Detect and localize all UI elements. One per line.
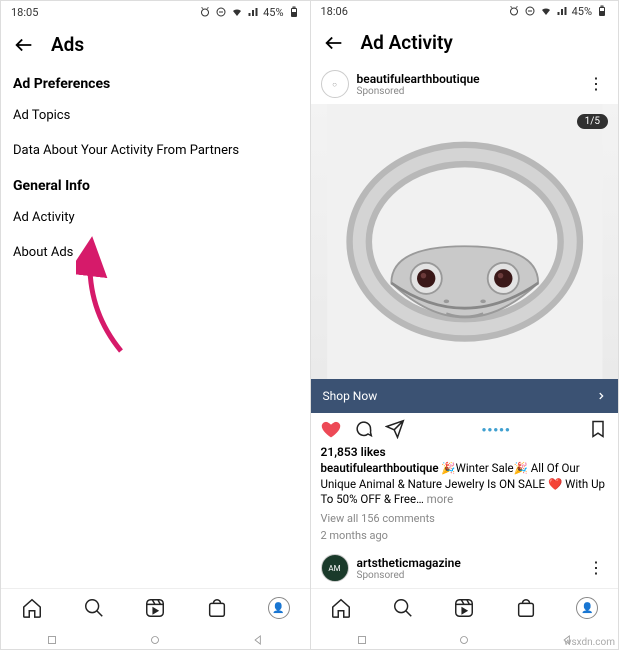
profile-tab[interactable]: 👤 (268, 597, 290, 619)
ad-activity-pane: 18:06 45% Ad Activity ○ beautifulearthbo… (310, 1, 619, 649)
row-ad-topics[interactable]: Ad Topics (1, 98, 310, 133)
avatar[interactable]: AM (321, 554, 349, 582)
android-nav (1, 627, 310, 649)
profile-link[interactable]: beautifulearthboutique Sponsored (357, 72, 480, 97)
row-about-ads[interactable]: About Ads (1, 235, 310, 270)
shop-icon[interactable] (515, 597, 537, 619)
search-icon[interactable] (392, 597, 414, 619)
like-icon[interactable] (321, 419, 341, 439)
ring-image (311, 104, 619, 379)
watermark: wsxdn.com (564, 637, 615, 648)
sponsored-label: Sponsored (357, 570, 461, 581)
post-header: AM artstheticmagazine Sponsored ⋮ (311, 548, 619, 588)
back-nav-icon[interactable] (251, 633, 265, 647)
post-header: ○ beautifulearthboutique Sponsored ⋮ (311, 64, 619, 104)
avatar[interactable]: ○ (321, 70, 349, 98)
alarm-icon (508, 5, 520, 17)
status-bar: 18:06 45% (311, 1, 619, 21)
signal-icon (556, 5, 568, 17)
section-general-info: General Info (1, 168, 310, 200)
sponsored-label: Sponsored (357, 86, 480, 97)
more-link[interactable]: more (424, 492, 453, 506)
recent-icon[interactable] (45, 633, 59, 647)
profile-link[interactable]: artstheticmagazine Sponsored (357, 556, 461, 581)
username: artstheticmagazine (357, 556, 461, 570)
page-title: Ad Activity (361, 31, 453, 54)
home-icon[interactable] (330, 597, 352, 619)
battery-pct: 45% (572, 5, 592, 18)
post-actions: ●●●●● (311, 413, 619, 445)
header: Ad Activity (311, 21, 619, 64)
chevron-right-icon (596, 391, 606, 401)
page-title: Ads (51, 33, 84, 56)
back-icon[interactable] (13, 34, 35, 56)
status-icons: 45% (199, 6, 299, 19)
row-data-partners[interactable]: Data About Your Activity From Partners (1, 133, 310, 168)
comment-icon[interactable] (353, 419, 373, 439)
status-icons: 45% (508, 5, 608, 18)
cta-button[interactable]: Shop Now (311, 379, 619, 413)
ads-settings-pane: 18:05 45% Ads Ad Preferences Ad Topics D… (1, 1, 310, 649)
battery-icon (596, 5, 608, 17)
row-ad-activity[interactable]: Ad Activity (1, 200, 310, 235)
battery-pct: 45% (263, 6, 283, 19)
header: Ads (1, 23, 310, 66)
view-comments[interactable]: View all 156 comments (311, 510, 619, 527)
carousel-dots: ●●●●● (417, 425, 577, 434)
caption[interactable]: beautifulearthboutique 🎉Winter Sale🎉 All… (311, 459, 619, 510)
dnd-icon (215, 6, 227, 18)
home-nav-icon[interactable] (148, 633, 162, 647)
home-icon[interactable] (21, 597, 43, 619)
profile-tab[interactable]: 👤 (576, 597, 598, 619)
recent-icon[interactable] (355, 633, 369, 647)
wifi-icon (540, 5, 552, 17)
post-media[interactable]: 1/5 (311, 104, 619, 379)
home-nav-icon[interactable] (457, 633, 471, 647)
bottom-tabs: 👤 (311, 588, 619, 627)
caption-user: beautifulearthboutique (321, 461, 439, 475)
wifi-icon (231, 6, 243, 18)
status-bar: 18:05 45% (1, 1, 310, 23)
clock: 18:05 (11, 6, 38, 19)
back-icon[interactable] (323, 32, 345, 54)
section-ad-preferences: Ad Preferences (1, 66, 310, 98)
likes-count[interactable]: 21,853 likes (311, 445, 619, 459)
reels-icon[interactable] (453, 597, 475, 619)
signal-icon (247, 6, 259, 18)
dnd-icon (524, 5, 536, 17)
search-icon[interactable] (83, 597, 105, 619)
clock: 18:06 (321, 5, 348, 18)
battery-icon (288, 6, 300, 18)
more-icon[interactable]: ⋮ (584, 560, 608, 576)
carousel-badge: 1/5 (577, 114, 608, 129)
alarm-icon (199, 6, 211, 18)
more-icon[interactable]: ⋮ (584, 76, 608, 92)
shop-icon[interactable] (206, 597, 228, 619)
bookmark-icon[interactable] (588, 419, 608, 439)
bottom-tabs: 👤 (1, 588, 310, 627)
reels-icon[interactable] (144, 597, 166, 619)
username: beautifulearthboutique (357, 72, 480, 86)
cta-label: Shop Now (323, 389, 378, 403)
post-age: 2 months ago (311, 527, 619, 544)
share-icon[interactable] (385, 419, 405, 439)
